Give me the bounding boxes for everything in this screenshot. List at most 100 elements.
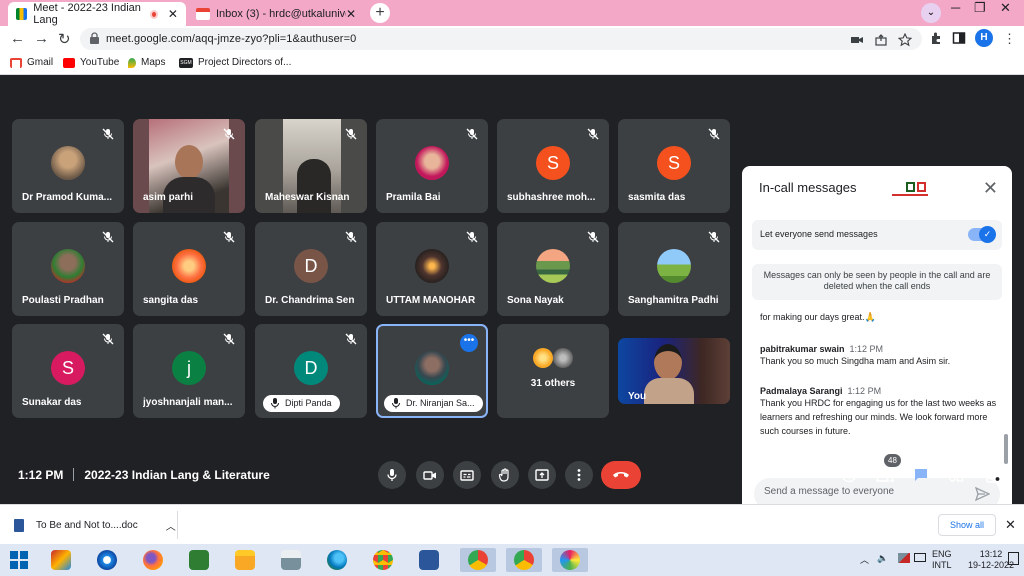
taskbar-app-media[interactable] xyxy=(46,548,76,572)
activities-icon[interactable] xyxy=(948,467,964,483)
side-panel-icon[interactable] xyxy=(952,31,966,45)
message-input[interactable] xyxy=(764,486,964,497)
participant-tile[interactable]: Sanghamitra Padhi xyxy=(618,222,730,316)
name-pill: Dipti Panda xyxy=(263,395,340,412)
participant-tile[interactable]: S Sunakar das xyxy=(12,324,124,418)
microphone-button[interactable] xyxy=(378,461,406,489)
download-item[interactable]: To Be and Not to....doc ︿ xyxy=(14,518,176,533)
bookmark-star-icon[interactable] xyxy=(898,33,912,47)
more-options-button[interactable]: ••• xyxy=(460,334,478,352)
divider xyxy=(177,511,178,539)
window-close-icon[interactable]: ✕ xyxy=(1000,0,1011,16)
self-tile[interactable]: You xyxy=(618,338,730,404)
bookmark-gmail[interactable]: Gmail xyxy=(10,57,53,68)
meeting-details-icon[interactable] xyxy=(841,467,857,483)
taskbar-app-edge[interactable] xyxy=(322,548,352,572)
extensions-icon[interactable] xyxy=(929,31,943,45)
participant-tile[interactable]: D Dr. Chandrima Sen xyxy=(255,222,367,316)
forward-icon[interactable]: → xyxy=(34,30,49,47)
power-icon[interactable] xyxy=(914,553,926,562)
new-tab-button[interactable]: + xyxy=(370,3,390,23)
participant-tile[interactable]: Poulasti Pradhan xyxy=(12,222,124,316)
show-all-button[interactable]: Show all xyxy=(938,514,996,536)
windows-start-icon[interactable] xyxy=(10,551,28,569)
participant-tile[interactable]: Maheswar Kisnan xyxy=(255,119,367,213)
taskbar-app-ie[interactable] xyxy=(92,548,122,572)
host-controls-icon[interactable] xyxy=(985,467,1001,483)
tab-close-icon[interactable]: ✕ xyxy=(168,7,178,21)
end-call-button[interactable] xyxy=(601,461,641,489)
bookmark-youtube[interactable]: YouTube xyxy=(63,57,119,68)
participant-tile[interactable]: j jyoshnanjali man... xyxy=(133,324,245,418)
volume-icon[interactable]: 🔈 xyxy=(877,553,888,564)
camera-in-use-icon[interactable] xyxy=(850,33,864,47)
participant-tile[interactable]: sangita das xyxy=(133,222,245,316)
input-language[interactable]: ENG INTL xyxy=(932,549,952,571)
participant-tile[interactable]: Sona Nayak xyxy=(497,222,609,316)
participant-name: jyoshnanjali man... xyxy=(143,397,233,408)
browser-menu-icon[interactable]: ⋮ xyxy=(1003,31,1016,47)
taskbar-app-chrome-profile-2[interactable] xyxy=(506,548,542,572)
tab-search-icon[interactable]: ⌄ xyxy=(921,3,941,23)
taskbar-app-chrome[interactable] xyxy=(368,548,398,572)
recording-dot-icon xyxy=(149,9,158,19)
raise-hand-button[interactable] xyxy=(491,461,519,489)
chat-icon[interactable] xyxy=(913,467,929,483)
taskbar-app-paint[interactable] xyxy=(552,548,588,572)
taskbar-app-chrome-profile-1[interactable] xyxy=(460,548,496,572)
mic-off-icon xyxy=(466,231,478,243)
downloads-close-icon[interactable]: ✕ xyxy=(1005,517,1016,533)
taskbar-app-printer[interactable] xyxy=(276,548,306,572)
participant-avatar: S xyxy=(657,146,691,180)
network-icon[interactable] xyxy=(898,553,910,563)
people-icon[interactable] xyxy=(876,467,894,483)
participant-name: UTTAM MANOHAR xyxy=(386,295,476,306)
show-hidden-icons[interactable]: ︿ xyxy=(860,553,869,566)
participant-tile[interactable]: asim parhi xyxy=(133,119,245,213)
allow-messages-toggle[interactable]: ✓ xyxy=(968,226,996,243)
meet-stage: Dr Pramod Kuma... asim parhi Maheswar Ki… xyxy=(0,76,1024,522)
taskbar-app-word[interactable] xyxy=(414,548,444,572)
participant-tile[interactable]: S sasmita das xyxy=(618,119,730,213)
taskbar-app-explorer[interactable] xyxy=(230,548,260,572)
message-author: pabitrakumar swain xyxy=(760,344,845,354)
others-avatar xyxy=(553,348,573,368)
tab-close-icon[interactable]: ✕ xyxy=(346,7,356,21)
bookmark-maps[interactable]: Maps xyxy=(128,57,165,68)
chevron-up-icon[interactable]: ︿ xyxy=(166,518,176,533)
share-icon[interactable] xyxy=(874,33,888,47)
more-vert-icon xyxy=(577,469,581,481)
notifications-icon[interactable] xyxy=(1008,552,1019,565)
reload-icon[interactable]: ↻ xyxy=(58,30,71,48)
camera-button[interactable] xyxy=(416,461,444,489)
privacy-notice: Messages can only be seen by people in t… xyxy=(752,264,1002,300)
participant-tile[interactable]: Pramila Bai xyxy=(376,119,488,213)
participant-tile[interactable]: Dr Pramod Kuma... xyxy=(12,119,124,213)
back-icon[interactable]: ← xyxy=(10,30,25,47)
participant-tile[interactable]: UTTAM MANOHAR xyxy=(376,222,488,316)
others-tile[interactable]: 31 others xyxy=(497,324,609,418)
profile-avatar[interactable]: H xyxy=(975,29,993,47)
participant-tile[interactable]: D Dipti Panda xyxy=(255,324,367,418)
mic-off-icon xyxy=(102,231,114,243)
maximize-icon[interactable]: ❐ xyxy=(974,0,986,16)
address-bar[interactable]: meet.google.com/aqq-jmze-zyo?pli=1&authu… xyxy=(80,28,922,50)
tab-gmail[interactable]: Inbox (3) - hrdc@utkaluniversity ✕ xyxy=(188,2,364,26)
tab-meet[interactable]: Meet - 2022-23 Indian Lang ✕ xyxy=(8,2,186,26)
panel-close-icon[interactable]: ✕ xyxy=(983,178,998,199)
participant-tile-active-speaker[interactable]: ••• Dr. Niranjan Sa... xyxy=(376,324,488,418)
minimize-icon[interactable]: ─ xyxy=(951,0,960,15)
taskbar-app-firefox[interactable] xyxy=(138,548,168,572)
word-icon xyxy=(419,550,439,570)
messages-scrollbar[interactable] xyxy=(1004,434,1008,464)
more-options-button[interactable] xyxy=(565,461,593,489)
participant-photo xyxy=(536,249,570,283)
present-button[interactable] xyxy=(528,461,556,489)
participant-tile[interactable]: S subhashree moh... xyxy=(497,119,609,213)
printer-icon xyxy=(281,550,301,570)
send-icon[interactable] xyxy=(975,487,990,501)
bookmark-project-directors[interactable]: SGM Project Directors of... xyxy=(179,57,291,68)
taskbar-app-calculator[interactable] xyxy=(184,548,214,572)
captions-button[interactable] xyxy=(453,461,481,489)
captions-icon xyxy=(460,470,474,481)
